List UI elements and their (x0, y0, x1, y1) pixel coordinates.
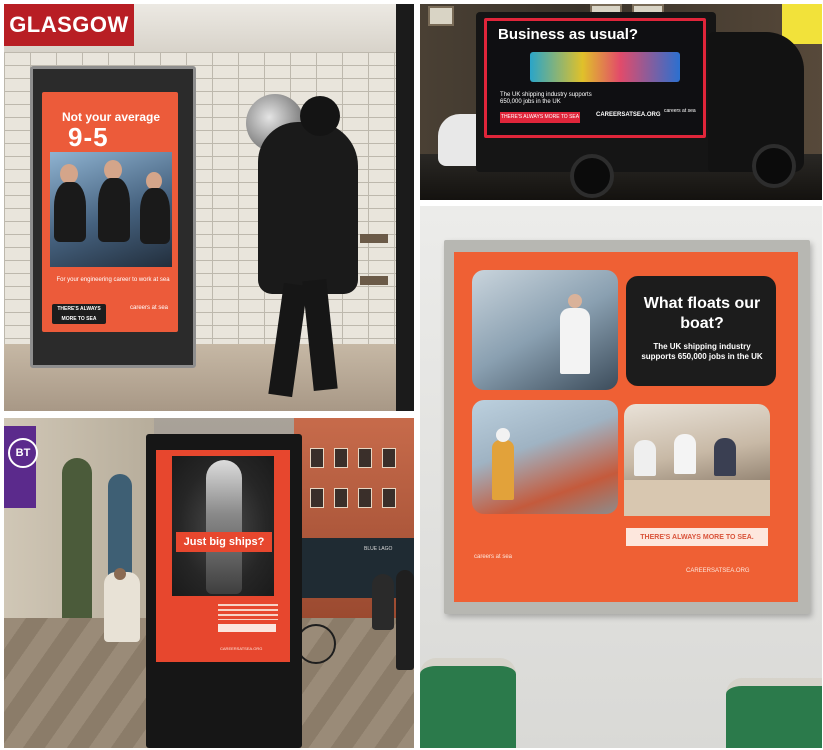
photo-underground-station: Not your average 9-5 For your engineerin… (4, 4, 414, 411)
shopfront-sign: BLUE LAGO (364, 546, 393, 552)
van-wheel (570, 154, 614, 198)
careers-at-sea-logo: careers at sea (130, 305, 169, 311)
building-window (310, 448, 324, 468)
van-ad-graphic (530, 52, 680, 82)
poster-body: The UK shipping industry supports 650,00… (641, 342, 763, 361)
poster-photo-crew-meal (624, 404, 770, 516)
building-window (334, 488, 348, 508)
van-wheel (752, 144, 796, 188)
building-arch (62, 458, 92, 618)
van-ad-headline: Business as usual? (498, 26, 639, 43)
building-window (310, 488, 324, 508)
building-window (382, 448, 396, 468)
engineer-head (104, 160, 122, 180)
engineer-body (98, 178, 130, 242)
hard-hat (496, 428, 510, 442)
building-window (358, 448, 372, 468)
pedestrian (104, 572, 140, 642)
pedestrian (372, 574, 394, 630)
building-window (382, 488, 396, 508)
dockworker (492, 440, 514, 500)
ad-photo-engineers (50, 152, 172, 267)
always-more-to-sea-badge: THERE'S ALWAYS MORE TO SEA (52, 304, 106, 324)
poster-photo-officer (472, 270, 618, 390)
officer-uniform (560, 308, 590, 374)
building-window (358, 488, 372, 508)
ship-aerial-view (206, 460, 242, 594)
kiosk-url: CAREERSATSEA.ORG (220, 646, 263, 651)
train-seat (420, 658, 516, 748)
building-window (428, 6, 454, 26)
ad-headline-big: 9-5 (68, 122, 109, 152)
poster-cta: THERE'S ALWAYS MORE TO SEA. (626, 528, 768, 546)
crew-member (634, 440, 656, 476)
poster-url: CAREERSATSEA.ORG (686, 568, 750, 574)
pillar (396, 4, 414, 411)
engineer-body (140, 188, 170, 244)
van-ad-cta: THERE'S ALWAYS MORE TO SEA (500, 112, 580, 123)
building-window (334, 448, 348, 468)
officer-head (568, 294, 582, 308)
kiosk-headline: Just big ships? (176, 532, 272, 552)
wall-fixture (360, 276, 388, 285)
ad-tagline: For your engineering career to work at s… (56, 277, 170, 283)
crew-member (674, 434, 696, 474)
train-seat (726, 678, 822, 748)
bt-logo: BT (8, 438, 38, 468)
wall-fixture (360, 234, 388, 243)
van-ad-logo: careers at sea (664, 108, 696, 114)
poster-photo-dockworker (472, 400, 618, 514)
poster-title: What floats our boat? (643, 295, 761, 332)
photo-advertising-van: Business as usual? The UK shipping indus… (420, 4, 822, 200)
photo-street-kiosk: BT BLUE LAGO Just big ships? CAREERSATSE… (4, 418, 414, 748)
commuter-head (300, 96, 340, 136)
engineer-head (60, 164, 78, 184)
dining-table (624, 480, 770, 516)
kiosk-cta (218, 624, 276, 632)
engineer-body (54, 182, 86, 242)
kiosk-body-text (218, 604, 278, 620)
poster-logo: careers at sea (474, 554, 513, 560)
shop-sign (782, 4, 822, 44)
van-ad-body: The UK shipping industry supports 650,00… (500, 92, 592, 105)
pedestrian (396, 570, 414, 670)
bicycle-wheel (296, 624, 336, 664)
pedestrian-head (114, 568, 126, 580)
location-label: GLASGOW (4, 4, 134, 46)
van-ad-url: CAREERSATSEA.ORG (596, 112, 661, 118)
photo-framed-poster: What floats our boat? The UK shipping in… (420, 206, 822, 748)
crew-member (714, 438, 736, 476)
commuter-body (258, 122, 358, 294)
